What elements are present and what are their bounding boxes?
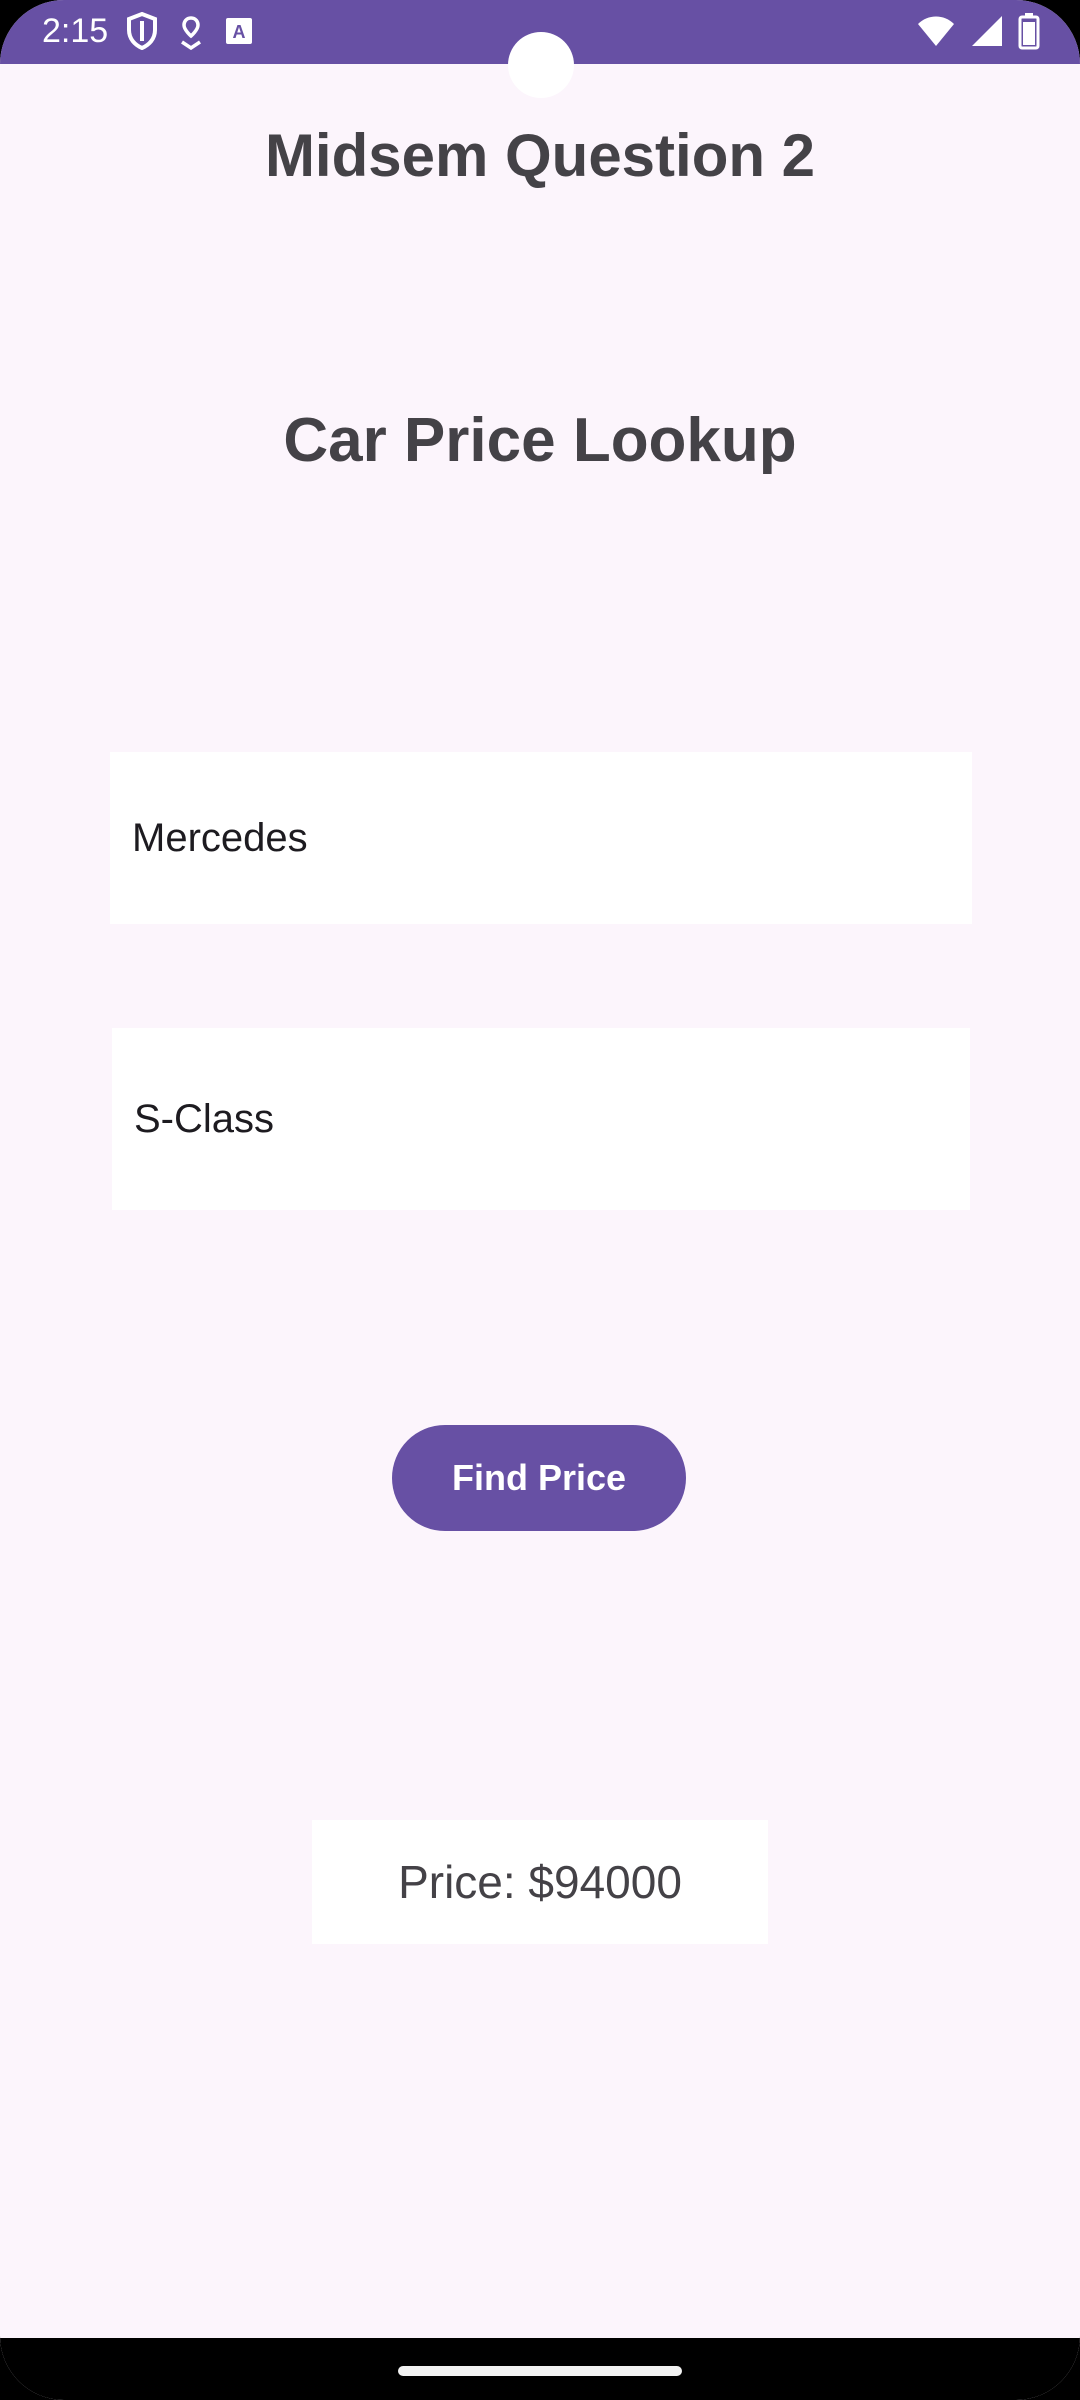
signal-icon: [970, 14, 1004, 48]
svg-text:A: A: [233, 22, 246, 42]
app-screen: 2:15 A Midsem Question 2 Car Price Looku…: [0, 0, 1080, 2400]
page-heading: Car Price Lookup: [283, 406, 797, 475]
find-price-button[interactable]: Find Price: [392, 1425, 686, 1531]
camera-cutout: [508, 32, 574, 98]
price-result: Price: $94000: [312, 1820, 768, 1944]
status-right-icons: [916, 12, 1040, 50]
car-make-value: Mercedes: [132, 816, 308, 860]
car-model-value: S-Class: [134, 1097, 275, 1141]
battery-icon: [1018, 12, 1040, 50]
home-indicator[interactable]: [398, 2366, 682, 2376]
shield-icon: [126, 12, 158, 50]
car-make-input[interactable]: Mercedes: [110, 752, 972, 924]
price-result-text: Price: $94000: [398, 1856, 682, 1908]
location-pin-icon: [178, 12, 204, 50]
keyboard-a-icon: A: [224, 12, 254, 50]
app-title: Midsem Question 2: [264, 122, 816, 189]
car-model-input[interactable]: S-Class: [112, 1028, 970, 1210]
wifi-icon: [916, 14, 956, 48]
status-time: 2:15: [42, 12, 109, 50]
status-left-icons: A: [126, 12, 254, 50]
